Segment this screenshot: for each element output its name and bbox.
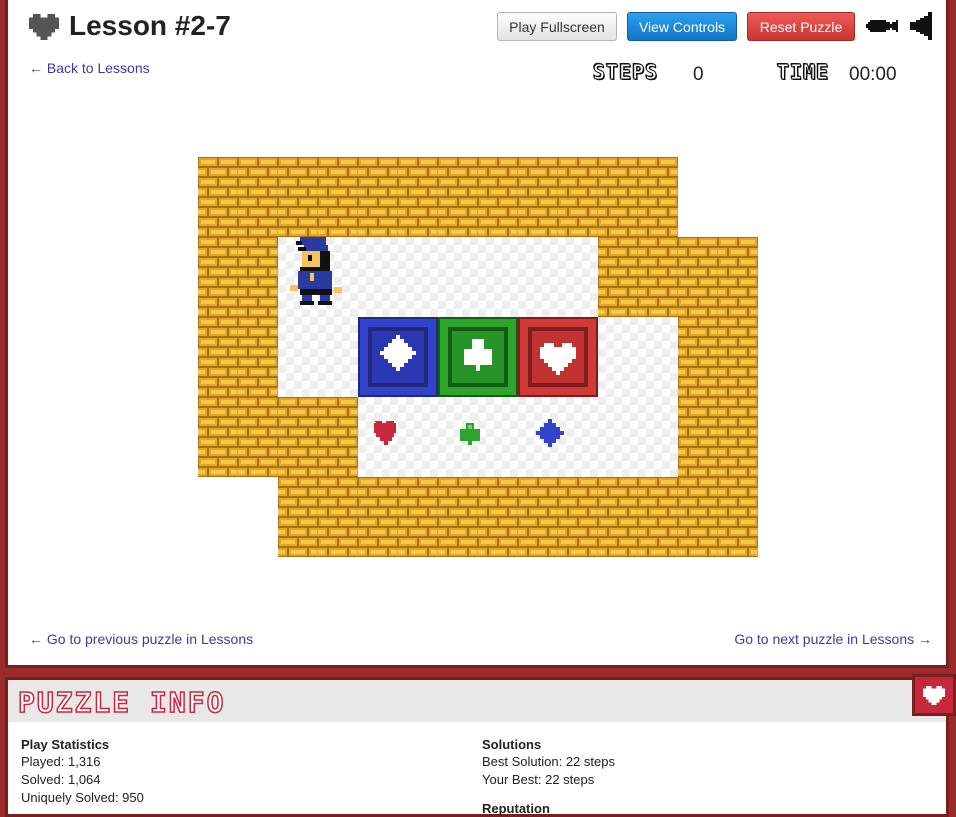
solutions-heading: Solutions: [482, 737, 542, 752]
box-club: [438, 317, 518, 397]
puzzle-info-title: PUZZLE INFO: [17, 685, 226, 720]
back-to-lessons-link[interactable]: ← Back to Lessons: [29, 60, 150, 76]
best-solution: Best Solution: 22 steps: [482, 754, 615, 769]
box-diamond: [358, 317, 438, 397]
page-title: Lesson #2-7: [69, 10, 231, 41]
uniquely-solved-count: Uniquely Solved: 950: [21, 790, 144, 805]
heart-icon: [923, 686, 945, 705]
heart-icon[interactable]: [28, 14, 60, 40]
box-heart: [518, 317, 598, 397]
music-toggle-icon[interactable]: [864, 16, 900, 36]
reputation-heading: Reputation: [482, 801, 550, 816]
time-label: TIME: [776, 60, 830, 85]
steps-counter: 0: [693, 64, 704, 85]
next-puzzle-link[interactable]: Go to next puzzle in Lessons →: [734, 631, 932, 647]
time-counter: 00:00: [849, 64, 897, 85]
steps-label: STEPS: [592, 60, 659, 85]
puzzle-board[interactable]: [198, 157, 758, 557]
played-count: Played: 1,316: [21, 754, 101, 769]
play-statistics-heading: Play Statistics: [21, 737, 110, 752]
play-fullscreen-button[interactable]: Play Fullscreen: [497, 12, 617, 41]
puzzle-info-header: PUZZLE INFO: [8, 680, 946, 722]
solved-count: Solved: 1,064: [21, 772, 101, 787]
your-best: Your Best: 22 steps: [482, 772, 595, 787]
sound-toggle-icon[interactable]: [910, 12, 936, 40]
reset-puzzle-button[interactable]: Reset Puzzle: [747, 12, 855, 41]
puzzle-info-panel: PUZZLE INFO Play Statistics Played: 1,31…: [5, 677, 949, 817]
previous-puzzle-link[interactable]: ← Go to previous puzzle in Lessons: [29, 631, 253, 647]
view-controls-button[interactable]: View Controls: [627, 12, 737, 41]
favorite-button[interactable]: [912, 674, 956, 716]
